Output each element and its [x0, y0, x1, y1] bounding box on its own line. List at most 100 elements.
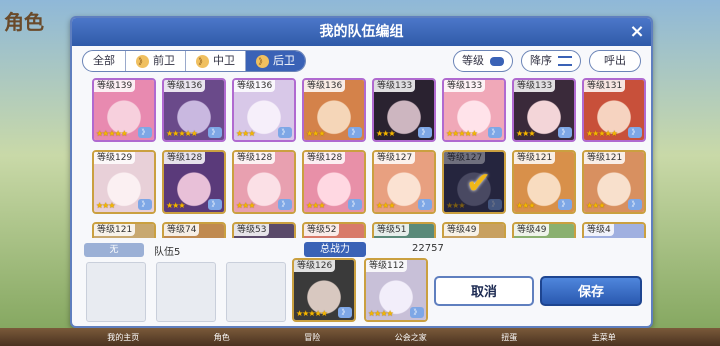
empty-team-slot[interactable] [86, 262, 146, 322]
star-rating: ★★★★★ [166, 129, 198, 138]
character-level: 等级128 [234, 152, 276, 164]
character-card[interactable]: 等级133 ★★★ 》 [372, 78, 436, 142]
character-level: 等级51 [374, 224, 410, 236]
character-card[interactable]: 等级49★★★》 [442, 222, 506, 238]
tab-position[interactable]: 》后卫 [246, 51, 305, 71]
star-rating: ★★★★★ [96, 129, 128, 138]
character-card[interactable]: 等级131 ★★★★★ 》 [582, 78, 646, 142]
character-card[interactable]: 等级127 ★★★ 》 [372, 150, 436, 214]
character-card[interactable]: 等级133 ★★★★★ 》 [442, 78, 506, 142]
bottom-nav-item[interactable]: 角色 [214, 332, 230, 343]
sort-controls: 等级 降序 呼出 [453, 50, 641, 72]
toggle-icon [490, 56, 504, 66]
rank-icon: 》 [208, 199, 222, 210]
tab-position[interactable]: 》前卫 [126, 51, 186, 71]
rank-icon: 》 [558, 199, 572, 210]
character-card[interactable]: 等级49★★★》 [512, 222, 576, 238]
character-level: 等级127 [374, 152, 416, 164]
character-level: 等级121 [584, 152, 626, 164]
rank-icon: 》 [418, 127, 432, 138]
star-rating: ★★★ [376, 129, 395, 138]
position-filter-tabs: 全部》前卫》中卫》后卫 [82, 50, 306, 72]
character-card[interactable]: 等级128 ★★★ 》 [302, 150, 366, 214]
rank-icon: 》 [628, 199, 642, 210]
star-rating: ★★★★★ [446, 129, 478, 138]
star-rating: ★★★★★ [586, 129, 618, 138]
team-tag: 无 [84, 243, 144, 257]
team-edit-dialog: 我的队伍编组 × 全部》前卫》中卫》后卫 等级 降序 呼出 等级139 ★★★★★… [70, 16, 653, 328]
cancel-button[interactable]: 取消 [434, 276, 534, 306]
character-card[interactable]: 等级52★★★》 [302, 222, 366, 238]
star-rating: ★★★★ [368, 309, 394, 318]
power-value: 22757 [412, 243, 444, 254]
tab-label: 前卫 [153, 54, 175, 67]
character-level: 等级112 [366, 260, 408, 272]
rank-icon: 》 [410, 307, 424, 318]
character-level: 等级74 [164, 224, 200, 236]
bottom-nav-item[interactable]: 公会之家 [395, 332, 427, 343]
tab-position[interactable]: 》中卫 [186, 51, 246, 71]
character-card[interactable]: 等级121★★★》 [582, 150, 646, 214]
tab-label: 中卫 [213, 54, 235, 67]
rank-icon: 》 [278, 127, 292, 138]
star-rating: ★★★★★ [296, 309, 328, 318]
character-card[interactable]: 等级129 ★★★ 》 [92, 150, 156, 214]
character-level: 等级52 [304, 224, 340, 236]
character-card[interactable]: 等级51★★★》 [372, 222, 436, 238]
recall-button[interactable]: 呼出 [589, 50, 641, 72]
character-card[interactable]: 等级139 ★★★★★ 》 [92, 78, 156, 142]
character-roster-grid: 等级139 ★★★★★ 》 等级136 ★★★★★ 》 等级136 ★★★ 》 等级136 ★★★ 》… [92, 78, 648, 238]
dialog-title: 我的队伍编组 [319, 24, 404, 40]
bottom-nav: 我的主页 角色 冒险 公会之家 扭蛋 主菜单 [70, 332, 653, 343]
character-card[interactable]: 等级136 ★★★ 》 [302, 78, 366, 142]
save-button[interactable]: 保存 [540, 276, 642, 306]
character-card[interactable]: 等级126 ★★★★★ 》 [292, 258, 356, 322]
sort-field-button[interactable]: 等级 [453, 50, 513, 72]
character-card[interactable]: 等级121★★★》 [92, 222, 156, 238]
character-card[interactable]: 等级121★★★》 [512, 150, 576, 214]
tab-label: 全部 [93, 54, 115, 67]
rank-icon: 》 [348, 127, 362, 138]
character-card[interactable]: 等级53★★★》 [232, 222, 296, 238]
character-level: 等级133 [514, 80, 556, 92]
character-card[interactable]: 等级136 ★★★ 》 [232, 78, 296, 142]
character-level: 等级53 [234, 224, 270, 236]
empty-team-slot[interactable] [226, 262, 286, 322]
close-icon[interactable]: × [623, 18, 651, 46]
sort-order-button[interactable]: 降序 [521, 50, 581, 72]
rank-icon: 》 [558, 127, 572, 138]
star-rating: ★★★ [96, 201, 115, 210]
dialog-title-bar: 我的队伍编组 × [72, 18, 651, 46]
character-level: 等级128 [164, 152, 206, 164]
character-card[interactable]: 等级136 ★★★★★ 》 [162, 78, 226, 142]
character-card[interactable]: 等级128 ★★★ 》 [162, 150, 226, 214]
character-card[interactable]: 等级127★★★》✔ [442, 150, 506, 214]
star-rating: ★★★ [236, 201, 255, 210]
character-card[interactable]: 等级128 ★★★ 》 [232, 150, 296, 214]
rank-icon: 》 [348, 199, 362, 210]
character-level: 等级133 [374, 80, 416, 92]
tab-label: 后卫 [273, 54, 295, 67]
bottom-nav-item[interactable]: 我的主页 [107, 332, 139, 343]
rank-icon: 》 [418, 199, 432, 210]
rank-icon: 》 [208, 127, 222, 138]
character-card[interactable]: 等级133 ★★★ 》 [512, 78, 576, 142]
star-rating: ★★★ [376, 201, 395, 210]
character-level: 等级131 [584, 80, 626, 92]
rank-icon: 》 [138, 199, 152, 210]
team-info-bar: 无 队伍5 总战力 22757 [82, 242, 444, 258]
sort-field-label: 等级 [462, 54, 484, 67]
empty-team-slot[interactable] [156, 262, 216, 322]
character-level: 等级129 [94, 152, 136, 164]
position-icon: 》 [196, 54, 209, 68]
character-card[interactable]: 等级4★★★》 [582, 222, 646, 238]
character-card[interactable]: 等级74★★★》 [162, 222, 226, 238]
star-rating: ★★★ [306, 201, 325, 210]
character-card[interactable]: 等级112 ★★★★ 》 [364, 258, 428, 322]
character-level: 等级4 [584, 224, 614, 236]
bottom-nav-item[interactable]: 扭蛋 [501, 332, 517, 343]
bottom-nav-item[interactable]: 主菜单 [592, 332, 616, 343]
tab-position[interactable]: 全部 [83, 51, 126, 71]
bottom-nav-item[interactable]: 冒险 [304, 332, 320, 343]
character-level: 等级133 [444, 80, 486, 92]
